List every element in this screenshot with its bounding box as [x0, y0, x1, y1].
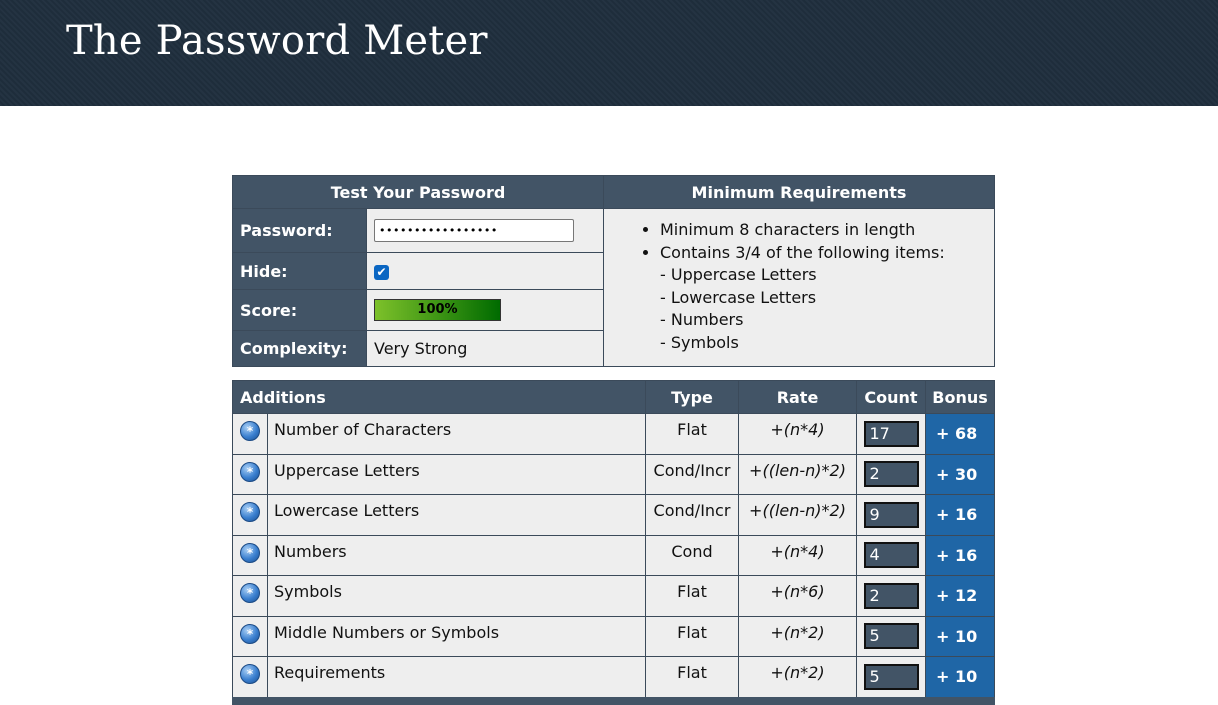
min-requirements-header: Minimum Requirements	[603, 175, 995, 209]
row-rate: +(n*2)	[738, 656, 857, 698]
rate-header: Rate	[738, 380, 857, 414]
row-type: Cond	[645, 534, 739, 576]
row-type: Flat	[645, 615, 739, 657]
info-icon[interactable]: *	[240, 461, 260, 482]
row-rate: +(n*6)	[738, 575, 857, 617]
row-bonus: + 16	[925, 494, 995, 536]
site-title: The Password Meter	[66, 18, 488, 64]
row-count: 4	[863, 542, 919, 569]
table-row: * Number of Characters Flat +(n*4) 17 + 68	[232, 413, 995, 455]
info-icon[interactable]: *	[240, 664, 260, 684]
password-label: Password:	[232, 208, 367, 253]
table-row: * Symbols Flat +(n*6) 2 + 12	[232, 575, 995, 617]
password-input[interactable]	[374, 219, 574, 242]
additions-table: Additions Type Rate Count Bonus * Number …	[232, 380, 995, 698]
requirement-subitem: - Numbers	[660, 310, 744, 329]
row-count: 2	[863, 461, 919, 488]
row-count-cell: 9	[856, 494, 926, 536]
row-name: Middle Numbers or Symbols	[267, 615, 646, 657]
row-bonus: + 30	[925, 453, 995, 495]
row-name: Lowercase Letters	[267, 494, 646, 536]
score-bar: 100%	[374, 299, 501, 321]
row-name: Numbers	[267, 534, 646, 576]
row-type: Flat	[645, 656, 739, 698]
score-label: Score:	[232, 289, 367, 331]
row-type: Cond/Incr	[645, 453, 739, 495]
test-password-table: Test Your Password Minimum Requirements …	[232, 175, 995, 367]
row-bonus: + 68	[925, 413, 995, 455]
row-count-cell: 17	[856, 413, 926, 455]
row-name: Requirements	[267, 656, 646, 698]
info-icon[interactable]: *	[240, 623, 260, 644]
row-count: 17	[863, 420, 919, 447]
table-footer-strip	[232, 697, 995, 705]
requirement-subitem: - Lowercase Letters	[660, 287, 817, 307]
info-cell: *	[232, 575, 268, 617]
row-name: Uppercase Letters	[267, 453, 646, 495]
hide-checkbox[interactable]: ✔	[374, 264, 389, 280]
requirement-item: Minimum 8 characters in length	[660, 219, 982, 242]
additions-header: Additions	[232, 380, 646, 414]
info-cell: *	[232, 534, 268, 576]
password-cell	[366, 208, 604, 253]
complexity-value: Very Strong	[366, 330, 604, 367]
row-count-cell: 5	[856, 656, 926, 698]
score-cell: 100%	[366, 289, 604, 331]
info-cell: *	[232, 494, 268, 536]
row-bonus: + 12	[925, 575, 995, 617]
info-icon[interactable]: *	[240, 583, 260, 603]
row-type: Cond/Incr	[645, 494, 739, 536]
requirement-subitem: - Uppercase Letters	[660, 265, 817, 284]
row-count: 5	[863, 663, 919, 690]
row-count: 2	[863, 582, 919, 609]
row-bonus: + 10	[925, 615, 995, 657]
row-bonus: + 16	[925, 534, 995, 576]
row-type: Flat	[645, 413, 739, 455]
row-rate: +((len-n)*2)	[738, 494, 857, 536]
row-count-cell: 2	[856, 453, 926, 495]
info-icon[interactable]: *	[240, 421, 260, 441]
requirement-subitem: - Symbols	[660, 332, 739, 352]
hide-label: Hide:	[232, 252, 367, 290]
row-bonus: + 10	[925, 656, 995, 698]
requirement-item: Contains 3/4 of the following items:	[660, 242, 982, 265]
row-rate: +((len-n)*2)	[738, 453, 857, 495]
row-name: Symbols	[267, 575, 646, 617]
table-row: * Requirements Flat +(n*2) 5 + 10	[232, 656, 995, 698]
row-count: 5	[863, 623, 919, 650]
row-count-cell: 4	[856, 534, 926, 576]
info-cell: *	[232, 615, 268, 657]
row-rate: +(n*4)	[738, 534, 857, 576]
row-name: Number of Characters	[267, 413, 646, 455]
table-row: * Lowercase Letters Cond/Incr +((len-n)*2) 9…	[232, 494, 995, 536]
requirements-list: Minimum 8 characters in length Contains …	[603, 208, 995, 367]
info-icon[interactable]: *	[240, 502, 260, 522]
row-rate: +(n*4)	[738, 413, 857, 455]
row-type: Flat	[645, 575, 739, 617]
site-header: The Password Meter	[0, 0, 1218, 106]
row-rate: +(n*2)	[738, 615, 857, 657]
info-cell: *	[232, 656, 268, 698]
bonus-header: Bonus	[925, 380, 995, 414]
row-count: 9	[863, 501, 919, 528]
complexity-label: Complexity:	[232, 330, 367, 367]
count-header: Count	[856, 380, 926, 414]
type-header: Type	[645, 380, 739, 414]
info-icon[interactable]: *	[240, 542, 260, 563]
hide-cell: ✔	[366, 252, 604, 290]
row-count-cell: 5	[856, 615, 926, 657]
row-count-cell: 2	[856, 575, 926, 617]
table-row: * Numbers Cond +(n*4) 4 + 16	[232, 534, 995, 576]
test-password-header: Test Your Password	[232, 175, 604, 209]
table-row: * Middle Numbers or Symbols Flat +(n*2) 5 + 1…	[232, 615, 995, 657]
table-row: * Uppercase Letters Cond/Incr +((len-n)*2) 2…	[232, 453, 995, 495]
info-cell: *	[232, 453, 268, 495]
info-cell: *	[232, 413, 268, 455]
